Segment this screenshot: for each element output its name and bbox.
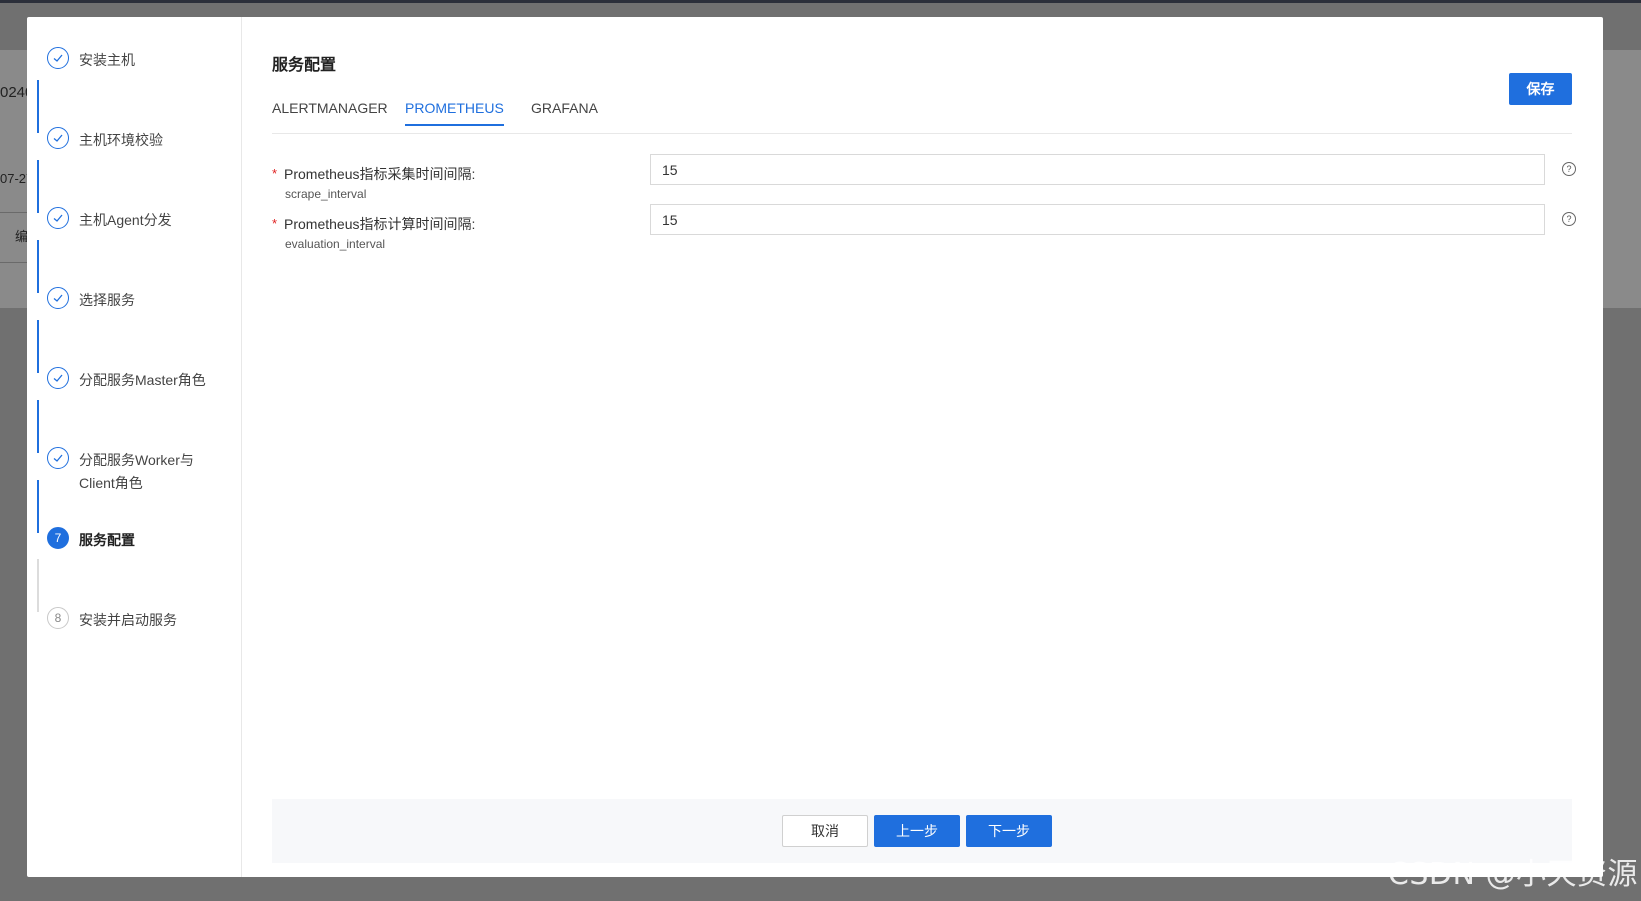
service-tabs: ALERTMANAGER PROMETHEUS GRAFANA [272, 83, 1572, 134]
check-icon [47, 447, 69, 469]
evaluation-interval-input[interactable] [650, 204, 1545, 235]
step-label: 安装并启动服务 [79, 612, 177, 628]
required-mark: * [272, 216, 278, 231]
next-step-button[interactable]: 下一步 [966, 815, 1052, 847]
tab-prometheus[interactable]: PROMETHEUS [405, 100, 504, 126]
step-connector [37, 240, 39, 293]
tab-grafana[interactable]: GRAFANA [531, 100, 598, 124]
check-icon [47, 127, 69, 149]
tab-alertmanager[interactable]: ALERTMANAGER [272, 100, 388, 124]
scrape-interval-input[interactable] [650, 154, 1545, 185]
step-connector [37, 559, 39, 612]
question-circle-icon[interactable]: ? [1562, 212, 1576, 226]
step-connector [37, 80, 39, 133]
top-bar [0, 0, 1641, 3]
form-row-scrape-interval: * Prometheus指标采集时间间隔: scrape_interval ? [272, 154, 1577, 206]
config-panel: 服务配置 保存 ALERTMANAGER PROMETHEUS GRAFANA … [272, 17, 1577, 877]
check-icon [47, 367, 69, 389]
step-label: 分配服务Worker与Client角色 [79, 452, 194, 491]
field-label: Prometheus指标计算时间间隔: [284, 216, 476, 232]
check-icon [47, 287, 69, 309]
check-icon [47, 47, 69, 69]
prev-step-button[interactable]: 上一步 [874, 815, 960, 847]
required-mark: * [272, 166, 278, 181]
step-label: 服务配置 [79, 532, 135, 548]
watermark: CSDN @小天资源 [1387, 857, 1638, 892]
step-label: 主机环境校验 [79, 132, 163, 148]
field-key: evaluation_interval [285, 237, 386, 251]
wizard-steps: 安装主机 主机环境校验 主机Agent分发 选择服务 分配服务Master角色 [27, 17, 242, 877]
check-icon [47, 207, 69, 229]
form-row-evaluation-interval: * Prometheus指标计算时间间隔: evaluation_interva… [272, 204, 1577, 256]
step-connector [37, 480, 39, 533]
field-label: Prometheus指标采集时间间隔: [284, 166, 476, 182]
step-label: 分配服务Master角色 [79, 372, 206, 388]
step-connector [37, 320, 39, 373]
question-circle-icon[interactable]: ? [1562, 162, 1576, 176]
cancel-button[interactable]: 取消 [782, 815, 868, 847]
install-wizard-modal: 安装主机 主机环境校验 主机Agent分发 选择服务 分配服务Master角色 [27, 17, 1603, 877]
step-number: 8 [47, 607, 69, 629]
step-connector [37, 400, 39, 453]
field-key: scrape_interval [285, 187, 367, 201]
step-label: 选择服务 [79, 292, 135, 308]
step-label: 安装主机 [79, 52, 135, 68]
page-title: 服务配置 [272, 57, 337, 74]
step-number: 7 [47, 527, 69, 549]
step-label: 主机Agent分发 [79, 212, 172, 228]
wizard-footer: 取消 上一步 下一步 [272, 799, 1572, 863]
step-connector [37, 160, 39, 213]
